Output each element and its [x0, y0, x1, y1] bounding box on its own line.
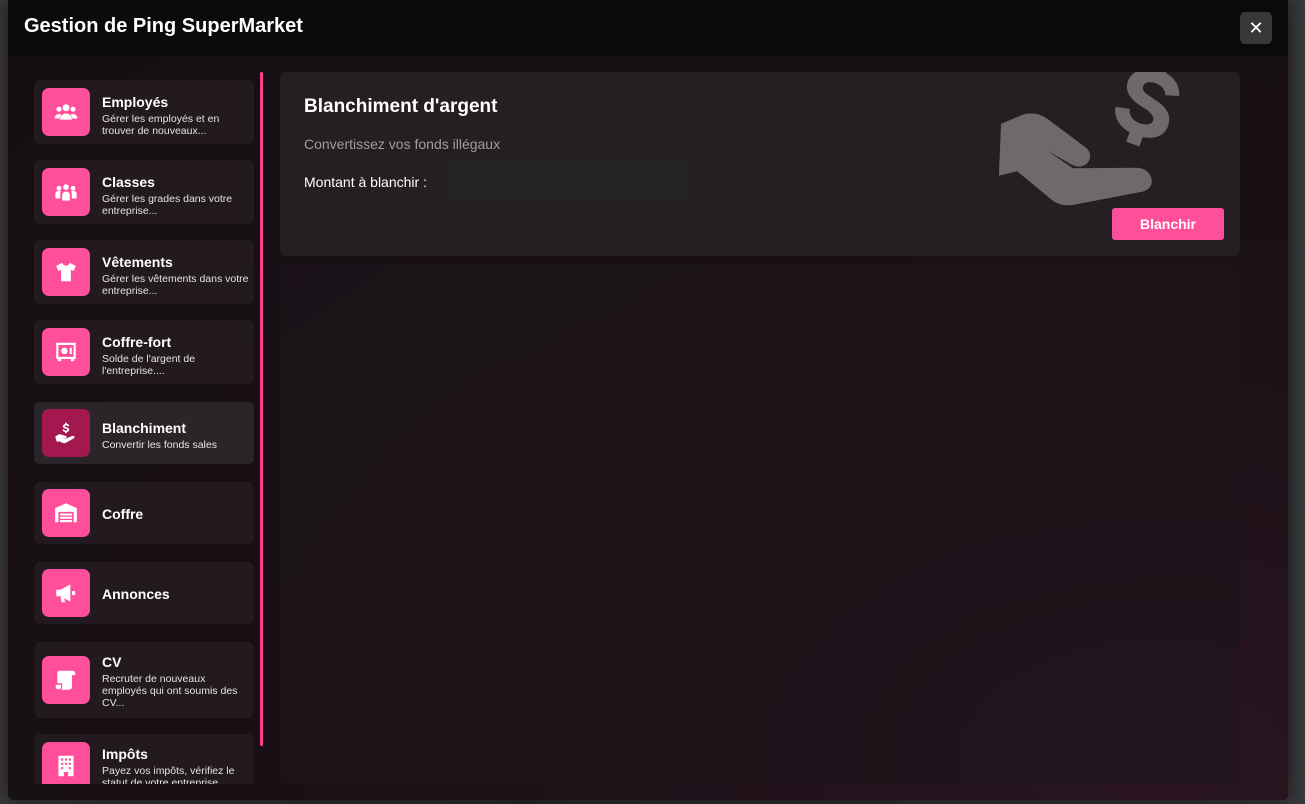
sidebar-item-classes[interactable]: Classes Gérer les grades dans votre entr…	[34, 160, 254, 224]
sidebar-item-coffre[interactable]: Coffre	[34, 482, 254, 544]
laundering-card: Blanchiment d'argent Convertissez vos fo…	[280, 72, 1240, 256]
building-icon	[42, 742, 90, 784]
sidebar-item-title: Employés	[102, 94, 169, 110]
megaphone-icon	[42, 569, 90, 617]
sidebar-item-desc: Gérer les grades dans votre entreprise..…	[102, 193, 233, 217]
sidebar-item-title: Coffre-fort	[102, 334, 172, 350]
sidebar: Employés Gérer les employés et en trouve…	[26, 72, 262, 784]
hand-dollar-icon	[998, 72, 1180, 206]
amount-label: Montant à blanchir :	[304, 174, 427, 190]
sidebar-item-title: Coffre	[102, 506, 144, 522]
sidebar-item-desc: Gérer les vêtements dans votre entrepris…	[102, 273, 249, 297]
sidebar-item-desc: Payez vos impôts, vérifiez le statut de …	[102, 765, 235, 784]
sidebar-item-title: Vêtements	[102, 254, 173, 270]
sidebar-item-title: CV	[102, 654, 122, 670]
sidebar-item-employes[interactable]: Employés Gérer les employés et en trouve…	[34, 80, 254, 144]
window-title: Gestion de Ping SuperMarket	[24, 15, 303, 37]
sidebar-item-desc: Convertir les fonds sales	[102, 439, 217, 451]
title-bar: Gestion de Ping SuperMarket ✕	[8, 0, 1288, 56]
sidebar-item-impots[interactable]: Impôts Payez vos impôts, vérifiez le sta…	[34, 734, 254, 784]
sidebar-item-vetements[interactable]: Vêtements Gérer les vêtements dans votre…	[34, 240, 254, 304]
sidebar-item-title: Classes	[102, 174, 155, 190]
group-icon	[42, 168, 90, 216]
page-subtitle: Convertissez vos fonds illégaux	[304, 136, 501, 152]
warehouse-icon	[42, 489, 90, 537]
sidebar-item-title: Blanchiment	[102, 420, 187, 436]
safe-icon	[42, 328, 90, 376]
sidebar-item-cv[interactable]: CV Recruter de nouveaux employés qui ont…	[34, 642, 254, 718]
hand-dollar-icon	[42, 409, 90, 457]
page-title: Blanchiment d'argent	[304, 96, 498, 117]
amount-input[interactable]	[448, 160, 688, 200]
sidebar-item-title: Impôts	[102, 746, 148, 762]
sidebar-item-desc: Gérer les employés et en trouver de nouv…	[102, 113, 220, 137]
tshirt-icon	[42, 248, 90, 296]
content-panel	[280, 264, 1240, 784]
sidebar-item-blanchiment[interactable]: Blanchiment Convertir les fonds sales	[34, 402, 254, 464]
window-body: Employés Gérer les employés et en trouve…	[8, 56, 1288, 800]
close-icon: ✕	[1248, 17, 1264, 38]
sidebar-item-annonces[interactable]: Annonces	[34, 562, 254, 624]
users-icon	[42, 88, 90, 136]
sidebar-item-title: Annonces	[102, 586, 170, 602]
management-window: Gestion de Ping SuperMarket ✕ Employés G…	[8, 0, 1288, 800]
sidebar-divider	[260, 72, 263, 746]
scroll-icon	[42, 656, 90, 704]
sidebar-item-desc: Solde de l'argent de l'entreprise....	[102, 353, 196, 377]
sidebar-item-desc: Recruter de nouveaux employés qui ont so…	[102, 673, 238, 709]
close-button[interactable]: ✕	[1240, 12, 1272, 44]
sidebar-item-coffre-fort[interactable]: Coffre-fort Solde de l'argent de l'entre…	[34, 320, 254, 384]
blanchir-button[interactable]: Blanchir	[1112, 208, 1224, 240]
